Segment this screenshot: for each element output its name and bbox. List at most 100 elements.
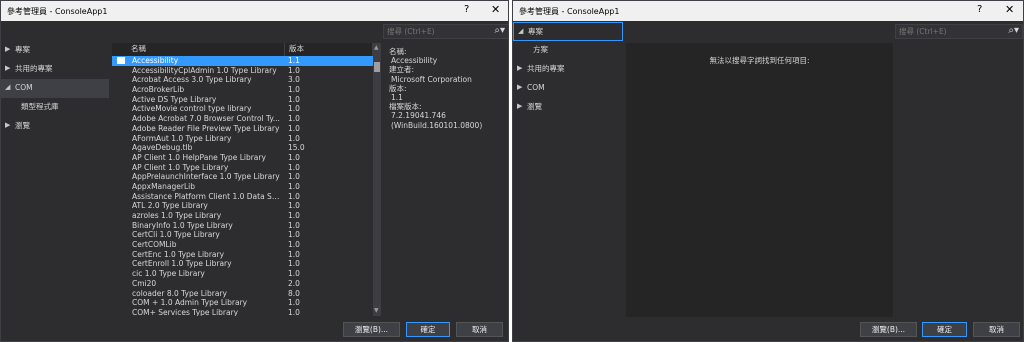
row-name: Active DS Type Library	[132, 94, 217, 104]
browse-button[interactable]: 瀏覽(B)...	[343, 322, 400, 337]
expand-arrow-icon[interactable]: ▶	[517, 79, 522, 96]
table-row[interactable]: Assistance Platform Client 1.0 Data Ser.…	[112, 192, 373, 202]
row-version: 2.0	[288, 278, 300, 288]
table-row[interactable]: cic 1.0 Type Library 1.0	[112, 269, 373, 279]
row-name: Acrobat Access 3.0 Type Library	[132, 75, 252, 85]
detail-name-label: 名稱:	[389, 47, 407, 56]
list-scrollbar[interactable]: ▲ ▼	[373, 43, 381, 316]
expand-arrow-icon[interactable]: ▶	[517, 98, 522, 115]
search-icon[interactable]: ⌕▾	[1008, 25, 1019, 36]
expand-arrow-icon[interactable]: ▶	[517, 60, 522, 77]
row-version: 1.1	[288, 56, 300, 65]
table-row[interactable]: Accessibility 1.1	[112, 56, 373, 66]
ok-button[interactable]: 確定	[922, 322, 967, 337]
expand-arrow-icon[interactable]: ▶	[5, 60, 10, 77]
collapse-arrow-icon[interactable]: ◢	[518, 23, 523, 40]
title-bar: 參考管理員 - ConsoleApp1 ? ✕	[1, 1, 508, 21]
nav-item-projects[interactable]: ▶ 專案	[1, 41, 109, 60]
row-version: 1.0	[288, 181, 300, 191]
ok-button[interactable]: 確定	[406, 322, 450, 337]
row-version: 15.0	[288, 143, 305, 153]
table-row[interactable]: Active DS Type Library 1.0	[112, 95, 373, 105]
title-bar: 參考管理員 - ConsoleApp1 ? ✕	[513, 1, 1023, 21]
table-row[interactable]: Adobe Reader File Preview Type Library 1.…	[112, 124, 373, 134]
table-row[interactable]: Acrobat Access 3.0 Type Library 3.0	[112, 75, 373, 85]
row-version: 1.0	[288, 65, 300, 75]
help-button[interactable]: ?	[464, 4, 469, 15]
nav-item-type-libraries[interactable]: 類型程式庫	[1, 98, 109, 117]
nav-item-browse[interactable]: ▶ 瀏覽	[1, 117, 109, 136]
table-row[interactable]: AppPrelaunchInterface 1.0 Type Library 1.…	[112, 172, 373, 182]
window-title: 參考管理員 - ConsoleApp1	[519, 7, 620, 16]
detail-file-version-value: 7.2.19041.746	[391, 111, 446, 121]
nav-item-projects[interactable]: ◢ 專案	[513, 22, 623, 41]
window-title: 參考管理員 - ConsoleApp1	[7, 7, 108, 16]
search-input[interactable]	[899, 26, 1007, 37]
cancel-button[interactable]: 取消	[456, 322, 503, 337]
table-row[interactable]: BinaryInfo 1.0 Type Library 1.0	[112, 221, 373, 231]
table-row[interactable]: COM+ Services Type Library 1.0	[112, 308, 373, 316]
table-row[interactable]: coloader 8.0 Type Library 8.0	[112, 289, 373, 299]
row-name: AFormAut 1.0 Type Library	[132, 133, 232, 143]
scroll-up-icon[interactable]: ▲	[374, 44, 379, 51]
table-row[interactable]: Adobe Acrobat 7.0 Browser Control Ty... 1…	[112, 114, 373, 124]
row-name: CertEnc 1.0 Type Library	[132, 249, 225, 259]
column-header-name[interactable]: 名稱	[112, 43, 285, 56]
table-row[interactable]: ActiveMovie control type library 1.0	[112, 104, 373, 114]
details-pane: 名稱: Accessibility 建立者: Microsoft Corpora…	[389, 47, 504, 130]
row-version: 1.0	[288, 307, 300, 316]
row-version: 3.0	[288, 75, 300, 85]
row-name: Adobe Reader File Preview Type Library	[132, 123, 280, 133]
expand-arrow-icon[interactable]: ▶	[5, 41, 10, 58]
table-row[interactable]: AppxManagerLib 1.0	[112, 182, 373, 192]
table-row[interactable]: azroles 1.0 Type Library 1.0	[112, 211, 373, 221]
search-input[interactable]	[387, 26, 493, 37]
scroll-thumb[interactable]	[374, 62, 380, 72]
row-name: Accessibility	[132, 56, 179, 65]
table-row[interactable]: AcroBrokerLib 1.0	[112, 85, 373, 95]
close-button[interactable]: ✕	[491, 3, 500, 16]
search-box[interactable]: ⌕▾	[895, 24, 1023, 39]
table-row[interactable]: CertCOMLib 1.0	[112, 240, 373, 250]
row-version: 1.0	[288, 104, 300, 114]
close-button[interactable]: ✕	[1005, 3, 1014, 16]
browse-button[interactable]: 瀏覽(B)...	[860, 322, 917, 337]
table-row[interactable]: AccessibilityCplAdmin 1.0 Type Library 1.…	[112, 66, 373, 76]
type-library-list: Accessibility 1.1 AccessibilityCplAdmin 1.…	[112, 56, 373, 316]
table-row[interactable]: Cmi20 2.0	[112, 279, 373, 289]
row-name: Cmi20	[132, 278, 157, 288]
row-name: azroles 1.0 Type Library	[132, 211, 222, 220]
table-row[interactable]: AFormAut 1.0 Type Library 1.0	[112, 134, 373, 144]
nav-item-com[interactable]: ▶ COM	[513, 79, 623, 98]
collapse-arrow-icon[interactable]: ◢	[5, 79, 10, 96]
nav-item-shared-projects[interactable]: ▶ 共用的專案	[1, 60, 109, 79]
row-checkbox[interactable]	[117, 57, 125, 64]
search-box[interactable]: ⌕▾	[383, 24, 509, 39]
row-version: 1.0	[288, 269, 300, 279]
table-row[interactable]: AP Client 1.0 Type Library 1.0	[112, 163, 373, 173]
nav-item-solution[interactable]: 方案	[513, 41, 623, 60]
table-row[interactable]: CertEnroll 1.0 Type Library 1.0	[112, 259, 373, 269]
nav-item-shared-projects[interactable]: ▶ 共用的專案	[513, 60, 623, 79]
table-row[interactable]: COM + 1.0 Admin Type Library 1.0	[112, 298, 373, 308]
row-version: 1.0	[288, 94, 300, 104]
expand-arrow-icon[interactable]: ▶	[5, 117, 10, 134]
nav-item-browse[interactable]: ▶ 瀏覽	[513, 98, 623, 117]
search-icon[interactable]: ⌕▾	[494, 25, 505, 36]
row-name: AP Client 1.0 HelpPane Type Library	[132, 152, 266, 162]
table-row[interactable]: AP Client 1.0 HelpPane Type Library 1.0	[112, 153, 373, 163]
row-version: 1.0	[288, 191, 300, 201]
row-name: CertCOMLib	[132, 240, 177, 250]
table-row[interactable]: AgaveDebug.tlb 15.0	[112, 143, 373, 153]
row-name: AccessibilityCplAdmin 1.0 Type Library	[132, 65, 277, 75]
table-row[interactable]: ATL 2.0 Type Library 1.0	[112, 201, 373, 211]
help-button[interactable]: ?	[977, 4, 982, 15]
cancel-button[interactable]: 取消	[973, 322, 1020, 337]
scroll-down-icon[interactable]: ▼	[374, 307, 379, 314]
column-header-version[interactable]: 版本	[285, 43, 373, 56]
row-name: AppxManagerLib	[132, 181, 195, 191]
nav-item-com[interactable]: ◢ COM	[1, 79, 109, 98]
row-version: 1.0	[288, 172, 300, 182]
table-row[interactable]: CertCli 1.0 Type Library 1.0	[112, 230, 373, 240]
table-row[interactable]: CertEnc 1.0 Type Library 1.0	[112, 250, 373, 260]
